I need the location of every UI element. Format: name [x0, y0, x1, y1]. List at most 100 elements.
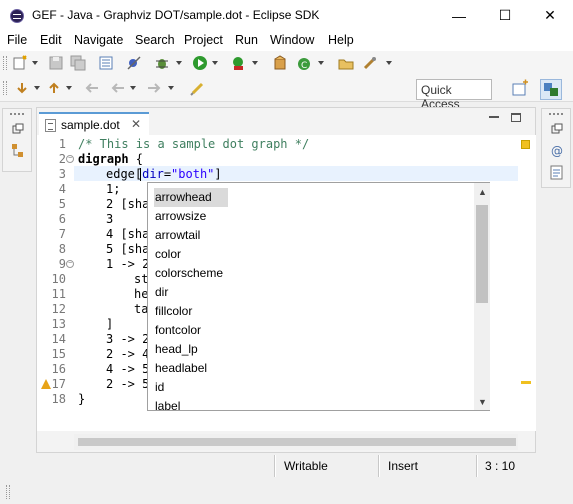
debug-icon[interactable]	[154, 55, 170, 71]
code-line-17: 2 -> 5	[106, 377, 150, 391]
dot-file-icon	[45, 119, 56, 132]
eclipse-icon	[10, 9, 24, 23]
fold-collapse-icon[interactable]: −	[66, 260, 74, 268]
forward-icon[interactable]	[146, 80, 162, 96]
scroll-up-icon[interactable]: ▲	[478, 187, 487, 197]
scrollbar-thumb[interactable]	[476, 205, 488, 303]
external-tools-dropdown-icon[interactable]	[252, 61, 258, 65]
fold-collapse-icon[interactable]: −	[66, 155, 74, 163]
new-class-dropdown-icon[interactable]	[318, 61, 324, 65]
code-line-16: 4 -> 5	[106, 362, 150, 376]
line-number: 2	[58, 152, 66, 166]
code-line-14: 3 -> 2	[106, 332, 150, 346]
close-tab-icon[interactable]: ✕	[131, 117, 141, 131]
horizontal-scrollbar[interactable]	[74, 434, 518, 450]
line-number: 1	[58, 137, 66, 151]
minimize-button[interactable]: —	[436, 0, 482, 31]
maximize-button[interactable]: ☐	[482, 0, 528, 31]
overview-warning-marker[interactable]	[521, 381, 531, 384]
proposal-item[interactable]: colorscheme	[154, 264, 223, 283]
proposal-item[interactable]: arrowsize	[154, 207, 206, 226]
last-edit-location-icon[interactable]	[84, 80, 100, 96]
proposal-item[interactable]: id	[154, 378, 164, 397]
string-literal: "both"	[171, 167, 215, 181]
proposal-item[interactable]: arrowhead	[154, 188, 228, 207]
scrollbar-thumb[interactable]	[78, 438, 516, 446]
warning-icon	[41, 379, 51, 389]
line-number: 14	[51, 332, 66, 346]
menu-project[interactable]: Project	[184, 33, 223, 47]
code-line-1: /* This is a sample dot graph */	[78, 137, 310, 151]
close-button[interactable]: ✕	[527, 0, 573, 31]
line-number: 7	[58, 227, 66, 241]
code-line-13: ]	[106, 317, 114, 331]
external-tools-icon[interactable]	[230, 55, 246, 71]
quick-access-input[interactable]: Quick Access	[416, 79, 492, 111]
secondary-toolbar: Quick Access	[0, 76, 573, 111]
run-dropdown-icon[interactable]	[212, 61, 218, 65]
previous-annotation-dropdown-icon[interactable]	[66, 86, 72, 90]
next-annotation-dropdown-icon[interactable]	[34, 86, 40, 90]
main-toolbar: C	[0, 51, 573, 76]
proposal-item[interactable]: fillcolor	[154, 302, 192, 321]
content-assist-popup: arrowhead arrowsize arrowtail color colo…	[147, 182, 490, 411]
pin-editor-icon[interactable]	[190, 80, 206, 96]
line-number: 4	[58, 182, 66, 196]
skip-breakpoints-icon[interactable]	[126, 55, 142, 71]
outline-icon[interactable]	[98, 55, 114, 71]
proposal-item[interactable]: head_lp	[154, 340, 198, 359]
editor-tab-sample-dot[interactable]: sample.dot ✕	[39, 112, 149, 136]
save-icon[interactable]	[48, 55, 64, 71]
status-bar: Writable Insert 3 : 10	[0, 453, 573, 477]
svg-text:C: C	[301, 61, 307, 71]
java-perspective-button[interactable]	[540, 79, 562, 100]
new-dropdown-icon[interactable]	[32, 61, 38, 65]
scroll-down-icon[interactable]: ▼	[478, 397, 487, 407]
line-number: 12	[51, 302, 66, 316]
menu-navigate[interactable]: Navigate	[74, 33, 123, 47]
open-type-icon[interactable]	[338, 55, 354, 71]
status-writable: Writable	[284, 459, 328, 473]
restore-icon[interactable]	[12, 123, 24, 135]
previous-annotation-icon[interactable]	[46, 80, 62, 96]
line-number: 16	[51, 362, 66, 376]
keyword: digraph	[78, 152, 129, 166]
maximize-editor-icon[interactable]	[511, 113, 521, 122]
forward-dropdown-icon[interactable]	[168, 86, 174, 90]
run-icon[interactable]	[192, 55, 208, 71]
menu-search[interactable]: Search	[135, 33, 175, 47]
overview-status-icon	[521, 140, 530, 149]
new-java-class-icon[interactable]: C	[296, 55, 312, 71]
menu-edit[interactable]: Edit	[40, 33, 62, 47]
proposal-item[interactable]: label	[154, 397, 180, 410]
proposal-item[interactable]: fontcolor	[154, 321, 201, 340]
minimize-editor-icon[interactable]	[489, 116, 499, 118]
proposal-item[interactable]: dir	[154, 283, 168, 302]
menu-file[interactable]: File	[7, 33, 27, 47]
save-all-icon[interactable]	[70, 55, 86, 71]
javadoc-icon[interactable]: @	[550, 143, 564, 157]
debug-dropdown-icon[interactable]	[176, 61, 182, 65]
new-java-package-icon[interactable]	[272, 55, 288, 71]
menu-help[interactable]: Help	[328, 33, 354, 47]
proposal-item[interactable]: headlabel	[154, 359, 207, 378]
popup-vertical-scrollbar[interactable]: ▲ ▼	[474, 183, 490, 410]
next-annotation-icon[interactable]	[14, 80, 30, 96]
status-separator	[274, 455, 276, 477]
menu-run[interactable]: Run	[235, 33, 258, 47]
back-icon[interactable]	[110, 80, 126, 96]
declaration-icon[interactable]	[550, 165, 564, 181]
status-insert-mode[interactable]: Insert	[388, 459, 418, 473]
new-icon[interactable]	[12, 55, 28, 71]
open-task-icon[interactable]	[362, 55, 378, 71]
proposal-item[interactable]: arrowtail	[154, 226, 200, 245]
restore-icon[interactable]	[551, 123, 563, 135]
open-task-dropdown-icon[interactable]	[386, 61, 392, 65]
menu-window[interactable]: Window	[270, 33, 314, 47]
back-dropdown-icon[interactable]	[130, 86, 136, 90]
proposal-item[interactable]: color	[154, 245, 181, 264]
code-line-4: 1;	[106, 182, 121, 196]
open-perspective-button[interactable]	[509, 79, 531, 100]
window-title: GEF - Java - Graphviz DOT/sample.dot - E…	[32, 8, 320, 22]
bottom-trim	[0, 477, 573, 504]
